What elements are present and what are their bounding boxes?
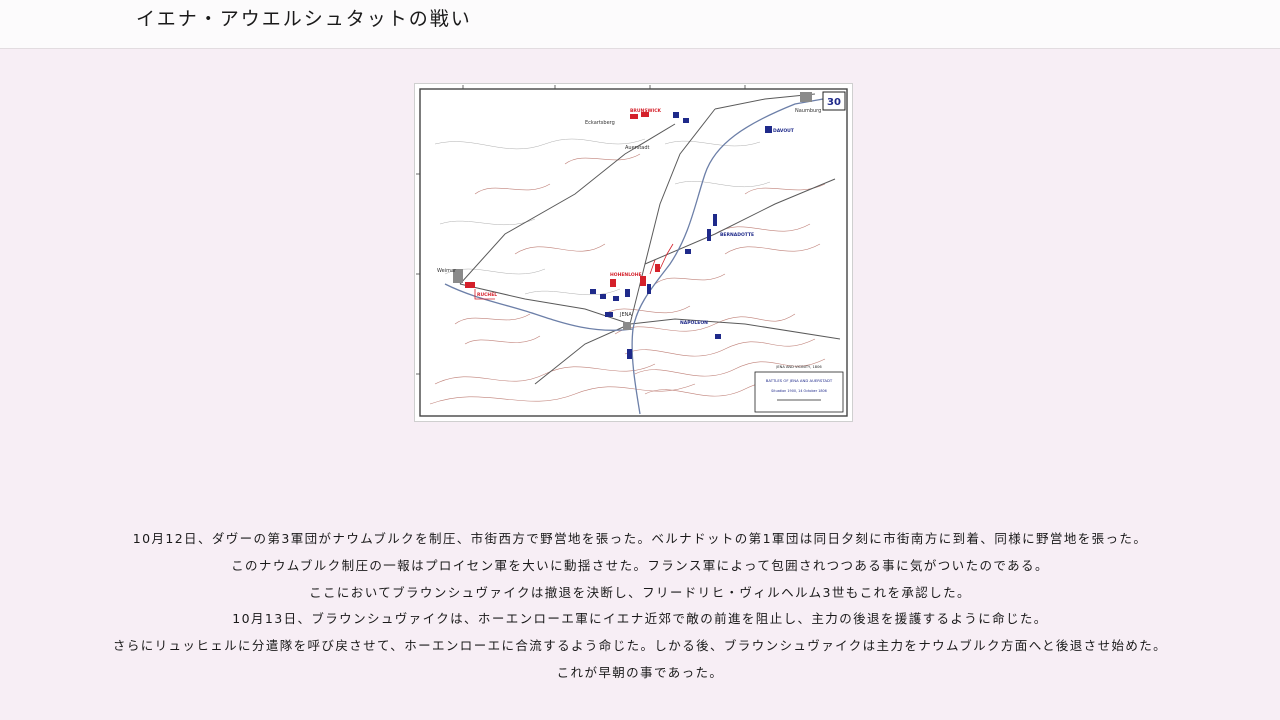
paragraph-6: これが早朝の事であった。 <box>556 664 724 680</box>
map-label-napoleon: NAPOLEON <box>680 320 708 326</box>
paragraph-4: 10月13日、ブラウンシュヴァイクは、ホーエンローエ軍にイエナ近郊で敵の前進を阻… <box>232 611 1048 627</box>
map-label-naumburg: Naumburg <box>795 108 821 114</box>
map-plate-number: 30 <box>827 97 841 108</box>
article-body: 10月12日、ダヴーの第3軍団がナウムブルクを制圧、市街西方で野営地を張った。ベ… <box>0 526 1280 687</box>
page-title: イエナ・アウエルシュタットの戦い <box>136 8 472 30</box>
map-label-bernadotte: BERNADOTTE <box>720 232 754 238</box>
map-legend-situation: Situation 1900, 14 October 1806 <box>771 389 827 393</box>
paragraph-1: 10月12日、ダヴーの第3軍団がナウムブルクを制圧、市街西方で野営地を張った。ベ… <box>132 531 1148 546</box>
map-label-eckartsberg: Eckartsberg <box>585 120 615 126</box>
paragraph-3: ここにおいてブラウンシュヴァイクは撤退を決断し、フリードリヒ・ヴィルヘルム3世も… <box>309 584 971 600</box>
map-label-jena: JENA <box>619 312 632 318</box>
map-label-brunswick: BRUNSWICK <box>630 108 661 114</box>
paragraph-5: さらにリュッヒェルに分遣隊を呼び戻させて、ホーエンローエに合流するよう命じた。し… <box>112 638 1168 654</box>
map-label-auerstadt: Auerstadt <box>625 145 650 151</box>
map-label-davout: DAVOUT <box>773 128 795 134</box>
map-label-hohenlohe: HOHENLOHE <box>610 272 642 278</box>
map-legend-heading: BATTLES OF JENA AND AUERSTADT <box>766 378 833 383</box>
battle-map-image: Weimar JENA Eckartsberg Auerstadt Naumbu… <box>414 83 853 422</box>
map-legend-title: JENA AND VICINITY, 1806 <box>775 365 822 369</box>
battle-map-drawing: Weimar JENA Eckartsberg Auerstadt Naumbu… <box>416 85 848 417</box>
map-label-weimar: Weimar <box>437 268 457 274</box>
header-bar: イエナ・アウエルシュタットの戦い <box>0 0 1280 49</box>
map-label-ruchel: RUCHEL <box>477 292 497 298</box>
paragraph-2: このナウムブルク制圧の一報はプロイセン軍を大いに動揺させた。フランス軍によって包… <box>231 557 1049 573</box>
